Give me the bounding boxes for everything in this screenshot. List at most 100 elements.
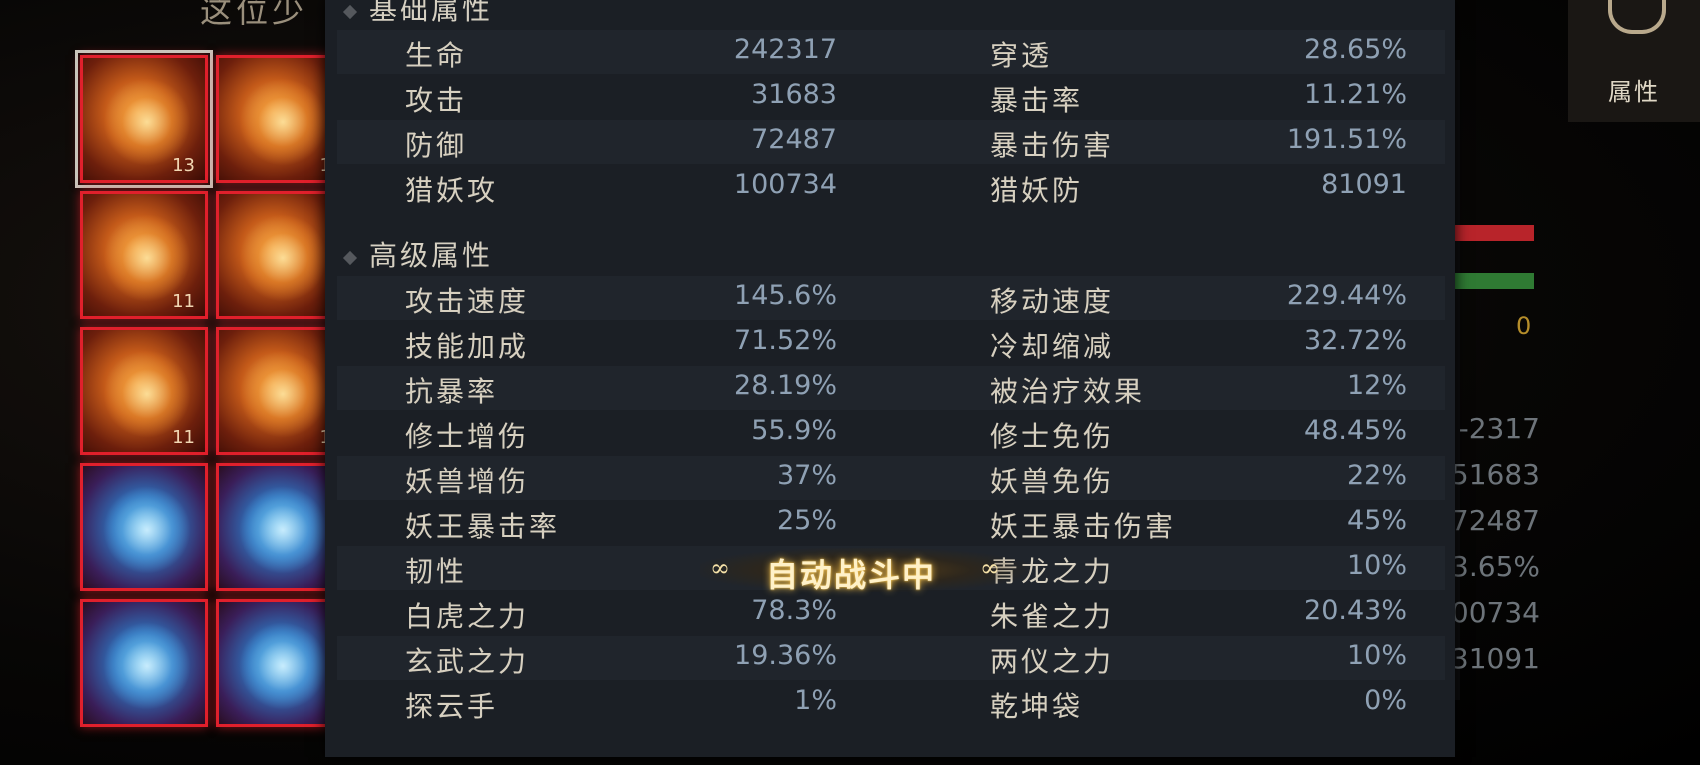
attribute-row: 猎妖攻 100734 猎妖防 81091 [337, 165, 1445, 209]
equip-slot-flower[interactable] [80, 599, 208, 727]
attribute-row: 生命 242317 穿透 28.65% [337, 30, 1445, 74]
attribute-value: 229.44% [1286, 280, 1407, 311]
auto-battle-label: 自动战斗中 [766, 556, 937, 594]
attribute-name: 妖兽增伤 [405, 465, 530, 498]
attribute-name: 修士增伤 [405, 420, 530, 453]
attribute-value: 28.19% [734, 370, 837, 401]
orb-icon [239, 622, 327, 710]
attribute-name: 技能加成 [405, 330, 530, 363]
attribute-value: 28.65% [1304, 34, 1407, 65]
flower-icon [103, 622, 191, 710]
attribute-row: 探云手 1% 乾坤袋 0% [337, 681, 1445, 725]
attribute-name: 猎妖攻 [405, 174, 499, 207]
attribute-name: 玄武之力 [405, 645, 530, 678]
advanced-attributes-header: 高级属性 [342, 234, 494, 274]
attribute-value: 81091 [1321, 169, 1407, 200]
attribute-value: 145.6% [734, 280, 837, 311]
attribute-tooltip: 基础属性 生命 242317 穿透 28.65% 攻击 31683 暴击率 11… [325, 0, 1455, 757]
diamond-bullet-icon [342, 4, 358, 19]
attribute-name: 暴击伤害 [990, 129, 1115, 162]
right-panel-value: 51683 [1450, 458, 1540, 491]
basic-attributes-header: 基础属性 [342, 0, 494, 28]
attribute-value: 11.21% [1304, 79, 1407, 110]
equip-slot-boots[interactable] [80, 463, 208, 591]
attribute-name: 移动速度 [990, 285, 1115, 318]
equipment-grid: 13 1 11 11 1 [75, 50, 344, 735]
attribute-value: 37% [776, 460, 837, 491]
bracer-icon [239, 350, 327, 438]
attribute-value: 242317 [733, 34, 837, 65]
right-panel-value: 72487 [1450, 504, 1540, 537]
attribute-name: 攻击 [405, 84, 468, 117]
attribute-value: 48.45% [1304, 415, 1407, 446]
infinity-ornament-icon: ∞ [710, 554, 730, 582]
attribute-name: 防御 [405, 129, 468, 162]
equip-slot-weapon[interactable]: 13 [75, 50, 213, 188]
attribute-value: 71.52% [734, 325, 837, 356]
attribute-value: 55.9% [751, 415, 837, 446]
attribute-value: 191.51% [1286, 124, 1407, 155]
attribute-row: 防御 72487 暴击伤害 191.51% [337, 120, 1445, 164]
attribute-row: 攻击速度 145.6% 移动速度 229.44% [337, 276, 1445, 320]
attribute-value: 100734 [733, 169, 837, 200]
right-panel-values: -2317 51683 72487 3.65% 00734 31091 [1440, 412, 1540, 688]
attribute-row: 抗暴率 28.19% 被治疗效果 12% [337, 366, 1445, 410]
right-panel-zero: 0 [1516, 312, 1532, 340]
attribute-name: 韧性 [405, 555, 468, 588]
attribute-name: 妖兽免伤 [990, 465, 1115, 498]
section-title: 基础属性 [369, 0, 494, 26]
attribute-row: 攻击 31683 暴击率 11.21% [337, 75, 1445, 119]
equip-slot-amulet[interactable]: 11 [80, 191, 208, 319]
attribute-name: 猎妖防 [990, 174, 1084, 207]
attribute-value: 12% [1346, 370, 1407, 401]
attribute-row: 妖兽增伤 37% 妖兽免伤 22% [337, 456, 1445, 500]
attribute-name: 生命 [405, 39, 468, 72]
attribute-name: 冷却缩减 [990, 330, 1115, 363]
attribute-value: 19.36% [734, 640, 837, 671]
boots-icon [103, 486, 191, 574]
attribute-row: 技能加成 71.52% 冷却缩减 32.72% [337, 321, 1445, 365]
auto-battle-indicator: ∞ 自动战斗中 ∞ [700, 548, 1030, 594]
right-panel-value: 00734 [1450, 596, 1540, 629]
right-panel-value: -2317 [1458, 412, 1540, 445]
ring-icon [103, 350, 191, 438]
attribute-name: 攻击速度 [405, 285, 530, 318]
attribute-name: 两仪之力 [990, 645, 1115, 678]
attribute-value: 32.72% [1304, 325, 1407, 356]
attribute-name: 抗暴率 [405, 375, 499, 408]
attribute-row: 修士增伤 55.9% 修士免伤 48.45% [337, 411, 1445, 455]
wing-icon [239, 486, 327, 574]
attribute-value: 10% [1346, 640, 1407, 671]
attribute-value: 0% [1364, 685, 1407, 716]
attribute-value: 10% [1346, 550, 1407, 581]
attribute-value: 72487 [751, 124, 837, 155]
character-title: 这位少 [200, 0, 309, 30]
attribute-name: 白虎之力 [405, 600, 530, 633]
right-panel-value: 3.65% [1451, 550, 1540, 583]
sword-icon [103, 78, 191, 166]
armor-icon [239, 78, 327, 166]
attribute-row: 妖王暴击率 25% 妖王暴击伤害 45% [337, 501, 1445, 545]
attribute-name: 被治疗效果 [990, 375, 1146, 408]
attribute-name: 朱雀之力 [990, 600, 1115, 633]
attribute-value: 20.43% [1304, 595, 1407, 626]
tab-attributes[interactable]: 属性 [1568, 0, 1700, 122]
slot-level: 11 [172, 291, 195, 312]
infinity-ornament-icon: ∞ [980, 554, 1000, 582]
section-title: 高级属性 [369, 239, 494, 272]
attribute-name: 乾坤袋 [990, 690, 1084, 723]
right-panel-value: 31091 [1450, 642, 1540, 675]
attribute-value: 25% [776, 505, 837, 536]
slot-level: 13 [172, 155, 195, 176]
attribute-value: 78.3% [751, 595, 837, 626]
attribute-name: 探云手 [405, 690, 499, 723]
equip-slot-ring[interactable]: 11 [80, 327, 208, 455]
attribute-name: 妖王暴击伤害 [990, 510, 1177, 543]
robe-icon [239, 214, 327, 302]
amulet-icon [103, 214, 191, 302]
diamond-bullet-icon [342, 250, 358, 265]
attribute-name: 修士免伤 [990, 420, 1115, 453]
attribute-row: 玄武之力 19.36% 两仪之力 10% [337, 636, 1445, 680]
attribute-value: 45% [1346, 505, 1407, 536]
attribute-value: 22% [1346, 460, 1407, 491]
